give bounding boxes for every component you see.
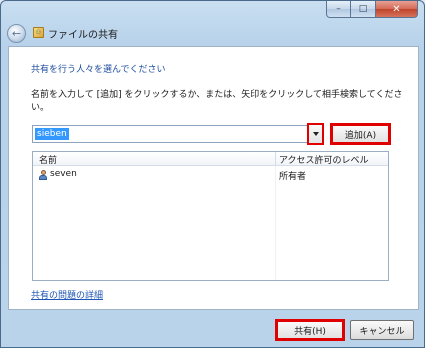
chevron-down-icon <box>312 132 319 136</box>
dialog-content: 共有を行う人々を選んでください 名前を入力して [追加] をクリックするか、また… <box>8 46 419 310</box>
dropdown-arrow-button[interactable] <box>307 123 324 145</box>
add-button[interactable]: 追加(A) <box>330 123 391 145</box>
share-button[interactable]: 共有(H) <box>275 319 345 341</box>
back-button[interactable]: ← <box>7 24 26 43</box>
list-item-name: seven <box>50 169 77 179</box>
user-list[interactable]: 名前 アクセス許可のレベル seven 所有者 <box>32 151 389 281</box>
column-header-permission[interactable]: アクセス許可のレベル <box>279 153 369 166</box>
caption-buttons: – □ ✕ <box>326 1 418 18</box>
cancel-button[interactable]: キャンセル <box>350 320 414 340</box>
column-header-name[interactable]: 名前 <box>39 153 57 166</box>
name-input[interactable]: sieben <box>32 125 311 143</box>
minimize-button[interactable]: – <box>326 1 351 18</box>
close-button[interactable]: ✕ <box>376 1 418 18</box>
list-item-permission[interactable]: 所有者 <box>279 169 306 182</box>
file-sharing-icon: ⚇ <box>33 27 44 38</box>
list-header: 名前 アクセス許可のレベル <box>33 152 388 166</box>
file-sharing-window: – □ ✕ ← ⚇ ファイルの共有 共有を行う人々を選んでください 名前を入力し… <box>0 0 425 348</box>
window-title: ファイルの共有 <box>48 30 118 41</box>
user-icon <box>39 170 47 180</box>
column-divider[interactable] <box>275 152 276 166</box>
list-item[interactable]: seven 所有者 <box>33 169 388 182</box>
dialog-heading: 共有を行う人々を選んでください <box>31 65 166 75</box>
maximize-button[interactable]: □ <box>351 1 376 18</box>
name-input-value: sieben <box>35 128 69 140</box>
back-arrow-icon: ← <box>11 27 22 40</box>
column-separator-line <box>275 166 276 280</box>
instructions-text: 名前を入力して [追加] をクリックするか、または、矢印をクリックして相手検索し… <box>31 90 403 113</box>
sharing-help-link[interactable]: 共有の問題の詳細 <box>31 288 103 301</box>
